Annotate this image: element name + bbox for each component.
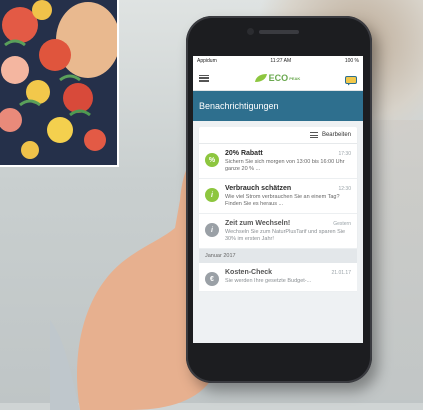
section-header-month: Januar 2017	[199, 249, 357, 263]
front-camera	[247, 28, 254, 35]
older-notifications-card: € Kosten-Check 21.01.17 Sie werden Ihre …	[199, 263, 357, 292]
top-navigation-bar: ECO PEAK	[193, 66, 363, 91]
notification-time: 12:30	[338, 186, 351, 192]
section-label: Januar 2017	[205, 253, 236, 259]
notification-description: Wie viel Strom verbrauchen Sie an einem …	[225, 194, 340, 207]
card-toolbar: Bearbeiten	[199, 127, 357, 144]
notification-description: Sie werden Ihre gesetzte Budget-...	[225, 278, 312, 284]
earpiece-speaker	[259, 30, 299, 34]
notification-time: 17:30	[338, 151, 351, 157]
euro-icon: €	[205, 272, 219, 286]
clock: 11:27 AM	[270, 58, 292, 64]
chat-icon[interactable]	[344, 73, 357, 86]
status-bar: Appidum 11:27 AM 100 %	[193, 56, 363, 66]
carrier-label: Appidum	[197, 58, 217, 64]
notification-item[interactable]: € Kosten-Check 21.01.17 Sie werden Ihre …	[199, 263, 357, 292]
notification-title: Kosten-Check	[225, 269, 273, 276]
app-logo: ECO PEAK	[254, 73, 301, 83]
list-edit-icon	[309, 132, 318, 138]
notification-title: Verbrauch schätzen	[225, 185, 292, 192]
page-header: Benachrichtigungen	[193, 91, 363, 121]
app-screen: Appidum 11:27 AM 100 % ECO PEAK Benachri…	[193, 56, 363, 343]
percent-icon: %	[205, 153, 219, 167]
notification-title: Zeit zum Wechseln!	[225, 220, 291, 227]
notification-title: 20% Rabatt	[225, 150, 263, 157]
notification-time: Gestern	[333, 221, 351, 227]
info-icon: i	[205, 188, 219, 202]
notification-description: Wechseln Sie zum NaturPlusTarif und spar…	[225, 229, 346, 242]
info-icon: i	[205, 223, 219, 237]
logo-text: ECO	[268, 73, 289, 83]
logo-subtext: PEAK	[289, 75, 301, 81]
leaf-icon	[254, 74, 267, 82]
notification-item[interactable]: i Zeit zum Wechseln! Gestern Wechseln Si…	[199, 214, 357, 249]
notification-item[interactable]: i Verbrauch schätzen 12:30 Wie viel Stro…	[199, 179, 357, 214]
notification-item[interactable]: % 20% Rabatt 17:30 Sichern Sie sich morg…	[199, 144, 357, 179]
page-title: Benachrichtigungen	[199, 101, 279, 111]
notification-time: 21.01.17	[331, 270, 351, 276]
battery-level: 100 %	[344, 58, 359, 64]
notification-description: Sichern Sie sich morgen von 13:00 bis 16…	[225, 159, 345, 172]
edit-button[interactable]: Bearbeiten	[322, 132, 351, 138]
notifications-card: Bearbeiten % 20% Rabatt 17:30 Sichern Si…	[199, 127, 357, 249]
hamburger-menu-icon[interactable]	[199, 74, 209, 82]
